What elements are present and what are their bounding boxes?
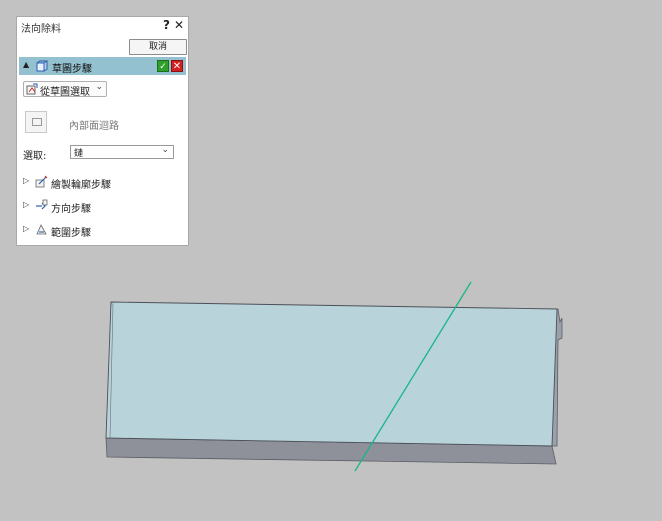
from-sketch-label: 從草圖選取 (40, 87, 90, 98)
expand-triangle-icon[interactable]: ▷ (23, 200, 29, 209)
sketch-step-header[interactable]: ▲ 草圖步驟 ✓ ✕ (19, 57, 186, 75)
expand-triangle-icon[interactable]: ▷ (23, 176, 29, 185)
collapse-triangle-icon[interactable]: ▲ (23, 60, 29, 69)
inner-loop-label: 內部面迴路 (69, 121, 119, 132)
extent-step-label: 範圍步驟 (51, 228, 91, 239)
dialog-title: 法向除料 (21, 24, 61, 35)
step-cancel-button[interactable]: ✕ (171, 60, 183, 72)
ok-button[interactable]: ✓ (157, 60, 169, 72)
close-button[interactable]: ✕ (174, 18, 184, 32)
help-button[interactable]: ? (163, 18, 170, 32)
part-top-face[interactable] (105, 301, 558, 447)
select-label: 選取: (23, 151, 47, 162)
normal-cut-dialog: 法向除料 ? ✕ 取消 ▲ 草圖步驟 ✓ ✕ 從草圖選取 ⌄ 內部面迴路 選取:… (16, 16, 189, 246)
sketch-select-icon (26, 83, 38, 95)
from-sketch-dropdown[interactable]: 從草圖選取 ⌄ (23, 81, 107, 98)
expand-triangle-icon[interactable]: ▷ (23, 224, 29, 233)
sketch-step-label: 草圖步驟 (52, 64, 92, 75)
select-value: 鏈 (74, 149, 84, 159)
direction-step-label: 方向步驟 (51, 204, 91, 215)
extent-step-icon (36, 224, 47, 235)
sketch-step-icon (36, 60, 48, 72)
cancel-button[interactable]: 取消 (129, 39, 187, 55)
direction-step[interactable]: ▷ 方向步驟 (23, 199, 163, 215)
inner-loop-button[interactable] (25, 111, 47, 133)
select-dropdown[interactable]: 鏈 ⌄ (70, 145, 174, 159)
inner-loop-icon (32, 118, 42, 126)
chevron-down-icon: ⌄ (161, 145, 169, 155)
title-bar[interactable]: 法向除料 ? ✕ (17, 17, 188, 37)
draw-profile-step[interactable]: ▷ 繪製輪廓步驟 (23, 175, 163, 191)
extent-step[interactable]: ▷ 範圍步驟 (23, 223, 163, 239)
chevron-down-icon: ⌄ (95, 82, 103, 92)
draw-profile-icon (35, 175, 48, 188)
draw-profile-label: 繪製輪廓步驟 (51, 180, 111, 191)
direction-step-icon (36, 199, 48, 210)
